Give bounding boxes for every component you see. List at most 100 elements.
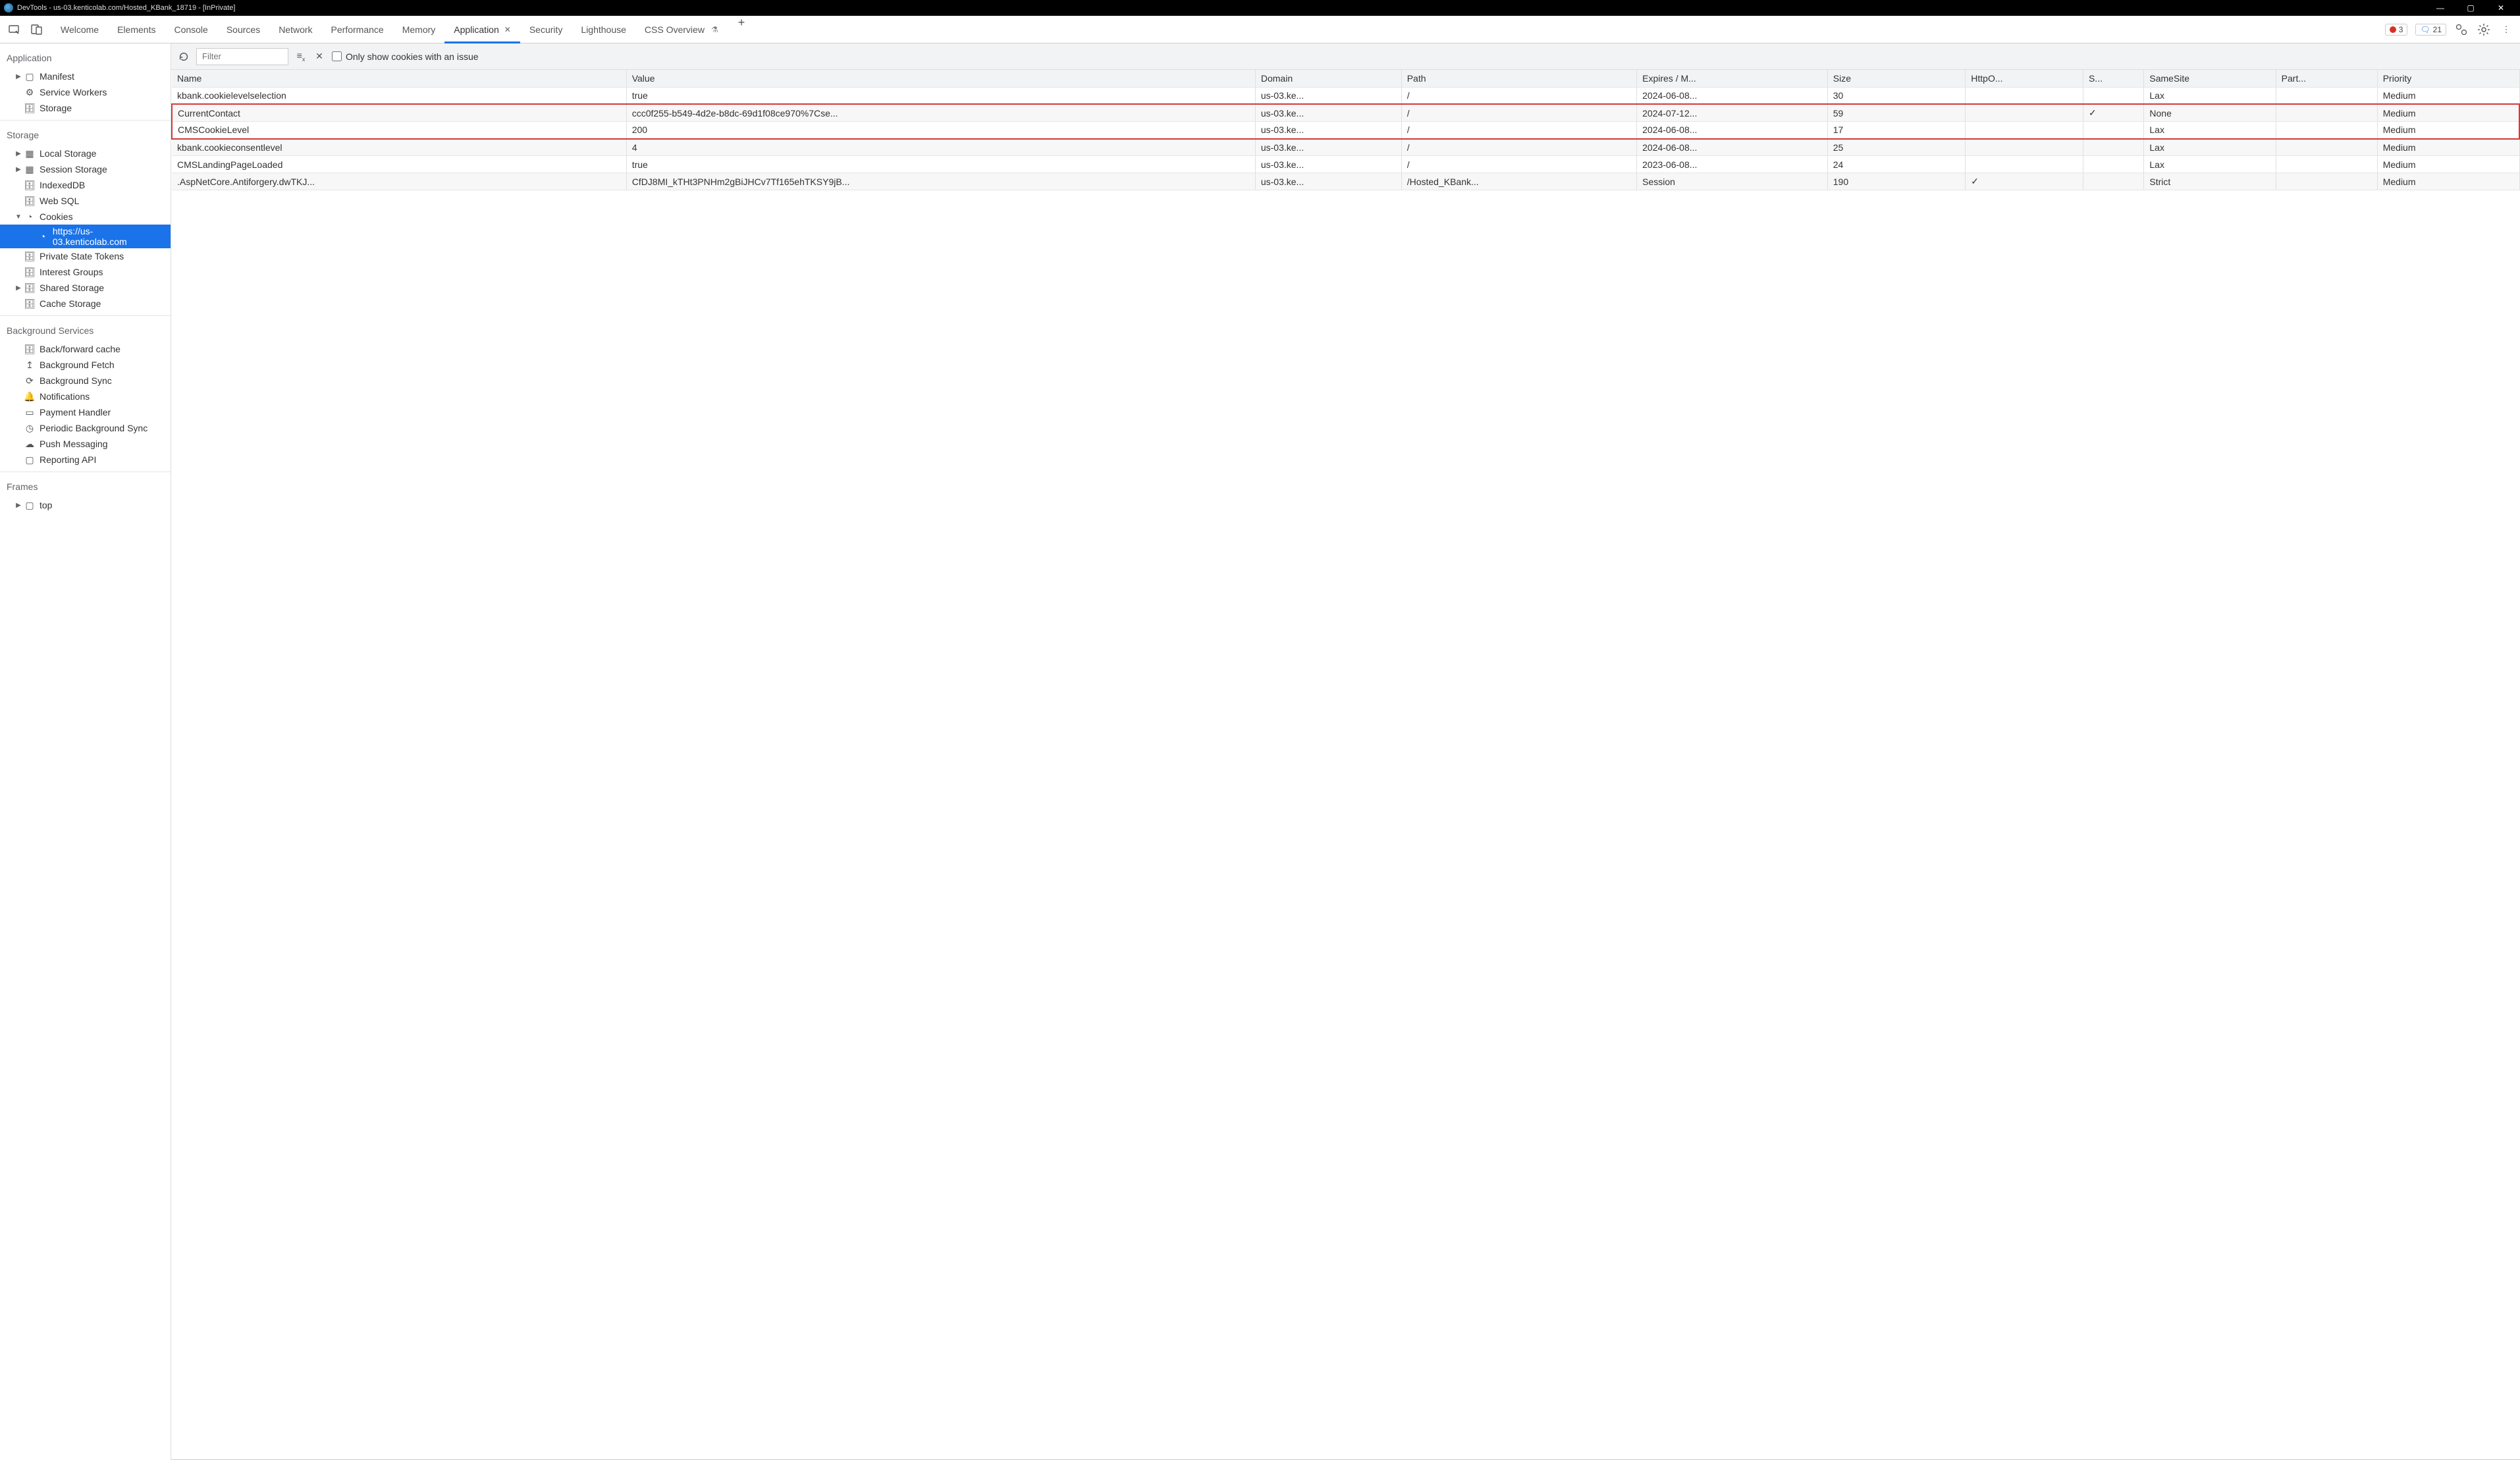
col-httponly[interactable]: HttpO... <box>1966 70 2083 87</box>
tab-elements[interactable]: Elements <box>108 16 165 43</box>
sidebar-item-bfcache[interactable]: 🗄 Back/forward cache <box>0 341 171 357</box>
sidebar-item-manifest[interactable]: ▶▢Manifest <box>0 68 171 84</box>
cell-value: ccc0f255-b549-4d2e-b8dc-69d1f08ce970%7Cs… <box>626 104 1255 122</box>
messages-chip[interactable]: 🗨 21 <box>2415 24 2446 36</box>
sidebar-divider <box>0 315 171 316</box>
col-domain[interactable]: Domain <box>1255 70 1401 87</box>
sidebar-item-storage[interactable]: 🗄Storage <box>0 100 171 116</box>
sidebar-item-label: Service Workers <box>40 87 107 97</box>
sidebar-item-label: Storage <box>40 103 72 113</box>
sidebar-item-bg-fetch[interactable]: ↥Background Fetch <box>0 357 171 373</box>
col-name[interactable]: Name <box>172 70 626 87</box>
cell-secure <box>2083 87 2143 104</box>
add-tab-button[interactable]: + <box>728 16 756 43</box>
window-close-button[interactable]: ✕ <box>2486 0 2516 16</box>
kebab-menu-icon[interactable]: ⋮ <box>2499 22 2513 37</box>
delete-all-icon[interactable]: ✕ <box>313 51 325 62</box>
cell-partition <box>2276 156 2377 173</box>
cell-path: / <box>1401 104 1636 122</box>
cell-domain: us-03.ke... <box>1255 156 1401 173</box>
sidebar-item-local-storage[interactable]: ▶▦Local Storage <box>0 146 171 161</box>
clear-filter-icon[interactable]: ≡x <box>295 50 307 63</box>
sidebar-item-notifications[interactable]: 🔔Notifications <box>0 389 171 404</box>
sidebar-item-websql[interactable]: 🗄Web SQL <box>0 193 171 209</box>
toolbar-left-icons <box>0 23 51 36</box>
close-icon[interactable]: ✕ <box>504 25 511 34</box>
sidebar-item-private-state-tokens[interactable]: 🗄Private State Tokens <box>0 248 171 264</box>
sidebar-item-indexeddb[interactable]: 🗄IndexedDB <box>0 177 171 193</box>
tab-welcome[interactable]: Welcome <box>51 16 108 43</box>
only-issue-checkbox[interactable] <box>332 51 342 61</box>
col-value[interactable]: Value <box>626 70 1255 87</box>
expand-icon: ▶ <box>13 73 24 80</box>
sidebar-item-push[interactable]: ☁Push Messaging <box>0 436 171 452</box>
tab-network-label: Network <box>279 24 312 35</box>
table-row[interactable]: CMSCookieLevel200us-03.ke.../2024-06-08.… <box>172 122 2519 139</box>
table-row[interactable]: .AspNetCore.Antiforgery.dwTKJ...CfDJ8MI_… <box>172 173 2519 190</box>
col-partition[interactable]: Part... <box>2276 70 2377 87</box>
tab-lighthouse[interactable]: Lighthouse <box>572 16 635 43</box>
sidebar-section-application: Application <box>0 47 171 68</box>
errors-chip[interactable]: 3 <box>2385 24 2408 36</box>
window-maximize-button[interactable]: ▢ <box>2455 0 2486 16</box>
cell-expires: 2024-06-08... <box>1637 122 1828 139</box>
tab-security[interactable]: Security <box>520 16 572 43</box>
cell-secure <box>2083 173 2143 190</box>
tab-cssoverview[interactable]: CSS Overview ⚗ <box>635 16 728 43</box>
database-icon: 🗄 <box>24 344 36 355</box>
sidebar-item-label: Reporting API <box>40 454 96 465</box>
cell-value: true <box>626 156 1255 173</box>
sidebar-item-cache-storage[interactable]: 🗄Cache Storage <box>0 296 171 311</box>
devtools-app-icon <box>4 3 13 13</box>
sidebar-item-label: Back/forward cache <box>40 344 121 354</box>
tab-network[interactable]: Network <box>269 16 321 43</box>
device-toggle-icon[interactable] <box>30 23 43 36</box>
tab-sources[interactable]: Sources <box>217 16 269 43</box>
inspect-element-icon[interactable] <box>8 23 21 36</box>
col-priority[interactable]: Priority <box>2377 70 2519 87</box>
only-issue-label: Only show cookies with an issue <box>346 51 479 62</box>
window-minimize-button[interactable]: — <box>2425 0 2455 16</box>
col-secure[interactable]: S... <box>2083 70 2143 87</box>
col-path[interactable]: Path <box>1401 70 1636 87</box>
cell-httponly <box>1966 156 2083 173</box>
only-issue-toggle[interactable]: Only show cookies with an issue <box>332 51 479 62</box>
sidebar-item-interest-groups[interactable]: 🗄Interest Groups <box>0 264 171 280</box>
col-expires[interactable]: Expires / M... <box>1637 70 1828 87</box>
cell-domain: us-03.ke... <box>1255 122 1401 139</box>
sidebar-item-payment[interactable]: ▭Payment Handler <box>0 404 171 420</box>
sidebar-item-top-frame[interactable]: ▶▢top <box>0 497 171 513</box>
refresh-icon[interactable] <box>178 51 190 63</box>
col-samesite[interactable]: SameSite <box>2144 70 2276 87</box>
cell-expires: 2024-07-12... <box>1637 104 1828 122</box>
sidebar-item-cookies[interactable]: ▼◔Cookies <box>0 209 171 225</box>
collapse-icon: ▼ <box>13 213 24 221</box>
table-row[interactable]: kbank.cookieconsentlevel4us-03.ke.../202… <box>172 139 2519 156</box>
sidebar-item-shared-storage[interactable]: ▶🗄Shared Storage <box>0 280 171 296</box>
cloud-icon: ☁ <box>24 439 36 450</box>
sidebar-item-cookie-origin[interactable]: ◔https://us-03.kenticolab.com <box>0 225 171 248</box>
tab-console[interactable]: Console <box>165 16 217 43</box>
table-row[interactable]: kbank.cookielevelselectiontrueus-03.ke..… <box>172 87 2519 104</box>
sidebar-item-label: Shared Storage <box>40 283 104 293</box>
sidebar-section-bg: Background Services <box>0 320 171 341</box>
sidebar-item-reporting[interactable]: ▢Reporting API <box>0 452 171 468</box>
toolbar-right: 3 🗨 21 ⋮ <box>2378 22 2520 37</box>
messages-count: 21 <box>2433 25 2442 34</box>
table-row[interactable]: CMSLandingPageLoadedtrueus-03.ke.../2023… <box>172 156 2519 173</box>
table-row[interactable]: CurrentContactccc0f255-b549-4d2e-b8dc-69… <box>172 104 2519 122</box>
gear-icon[interactable] <box>2477 22 2491 37</box>
devtools-toolbar: Welcome Elements Console Sources Network… <box>0 16 2520 43</box>
sidebar-item-bg-sync[interactable]: ⟳Background Sync <box>0 373 171 389</box>
tab-application[interactable]: Application ✕ <box>444 16 520 43</box>
database-icon: 🗄 <box>24 283 36 294</box>
cell-name: .AspNetCore.Antiforgery.dwTKJ... <box>172 173 626 190</box>
filter-input[interactable] <box>196 48 288 65</box>
col-size[interactable]: Size <box>1827 70 1966 87</box>
settings-sync-icon[interactable] <box>2454 22 2469 37</box>
tab-performance[interactable]: Performance <box>322 16 393 43</box>
sidebar-item-session-storage[interactable]: ▶▦Session Storage <box>0 161 171 177</box>
tab-memory[interactable]: Memory <box>393 16 445 43</box>
sidebar-item-periodic-bg[interactable]: ◷Periodic Background Sync <box>0 420 171 436</box>
sidebar-item-service-workers[interactable]: ⚙Service Workers <box>0 84 171 100</box>
